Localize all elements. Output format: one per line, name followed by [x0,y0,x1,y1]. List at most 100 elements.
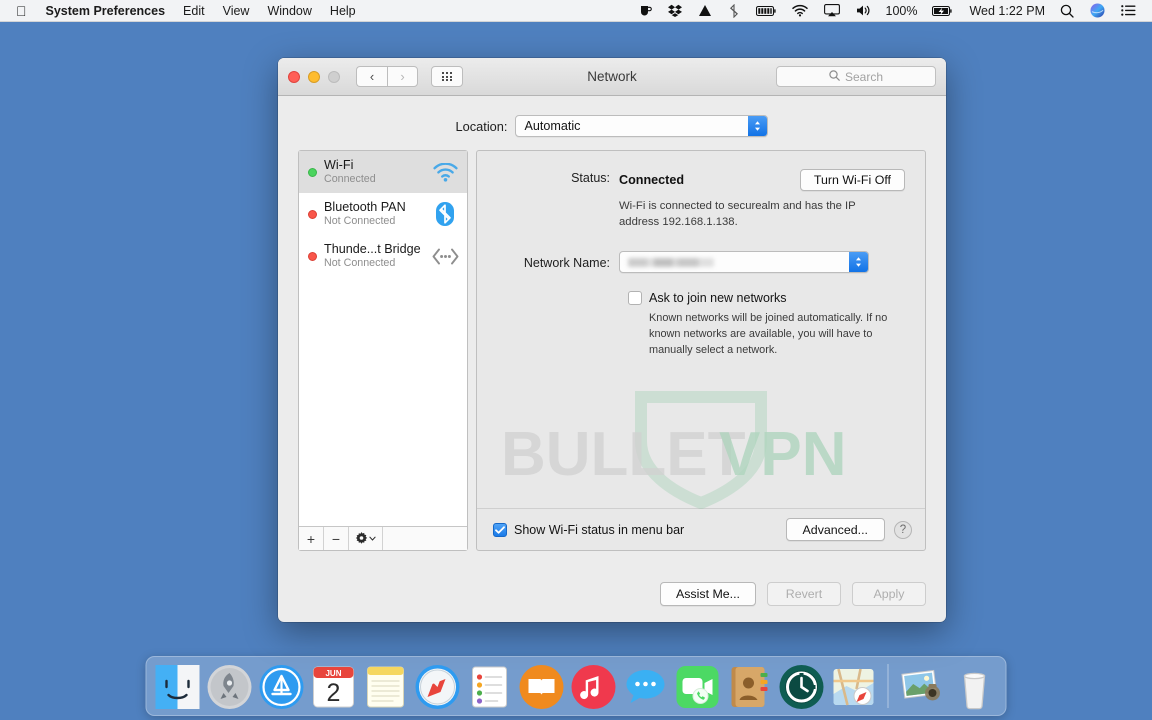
battery-charging-icon[interactable] [924,5,962,17]
time-machine-icon[interactable] [779,664,825,710]
reminders-icon[interactable] [467,664,513,710]
assist-me-button[interactable]: Assist Me... [659,582,756,606]
sidebar-item-thunderbolt-bridge[interactable]: Thunde...t Bridge Not Connected [299,235,467,277]
volume-icon[interactable] [848,4,879,17]
show-wifi-status-row[interactable]: Show Wi-Fi status in menu bar [493,522,685,537]
back-button[interactable]: ‹ [356,66,387,87]
show-wifi-status-checkbox[interactable] [493,522,507,537]
chevron-down-icon [369,536,376,541]
messages-icon[interactable] [623,664,669,710]
network-name-select[interactable] [619,251,869,274]
interface-text: Wi-Fi Connected [324,158,424,186]
contacts-icon[interactable] [727,664,773,710]
menu-item-view[interactable]: View [214,4,259,18]
bulletvpn-watermark: BULLET VPN [501,391,846,509]
wifi-icon [431,162,459,182]
network-name-row: Network Name: [497,251,905,274]
apply-button: Apply [852,582,926,606]
clock-label[interactable]: Wed 1:22 PM [962,4,1052,18]
advanced-button[interactable]: Advanced... [785,518,885,541]
apple-logo-icon[interactable]:  [16,4,27,18]
status-description: Wi-Fi is connected to securealm and has … [619,200,856,229]
bluetooth-share-icon[interactable] [720,3,748,18]
search-input[interactable]: Search [776,66,936,87]
svg-text:BULLET: BULLET [501,420,746,489]
wifi-detail-panel: BULLET VPN Status: Connected Turn Wi-Fi … [476,150,926,551]
photos-stack-icon[interactable] [900,664,946,710]
battery-percent-label[interactable]: 100% [879,4,925,18]
interface-status: Connected [324,173,376,186]
dock: JUN 2 [145,656,1007,716]
menu-item-edit[interactable]: Edit [174,4,214,18]
google-drive-icon[interactable] [690,4,720,17]
interface-name: Wi-Fi [324,158,354,173]
sidebar-toolbar: + − [299,526,467,550]
finder-icon[interactable] [155,664,201,710]
spotlight-search-icon[interactable] [1052,4,1082,18]
interface-list: Wi-Fi Connected Bluetooth PAN Not Connec… [299,151,467,526]
interface-name: Thunde...t Bridge [324,242,421,257]
system-preferences-window: ‹ › Network Search Location: Automatic W… [278,58,946,622]
menu-item-window[interactable]: Window [258,4,320,18]
forward-button: › [387,66,418,87]
window-footer: Assist Me... Revert Apply [278,566,946,622]
sidebar-item-wifi[interactable]: Wi-Fi Connected [299,151,467,193]
window-titlebar: ‹ › Network Search [278,58,946,96]
traffic-lights [288,70,340,83]
ibooks-icon[interactable] [519,664,565,710]
interface-name: Bluetooth PAN [324,200,406,215]
status-dot-red [308,251,317,261]
calendar-day: 2 [327,679,341,707]
dropbox-icon[interactable] [660,4,690,17]
help-button[interactable]: ? [894,520,912,539]
menu-item-system-preferences[interactable]: System Preferences [37,4,175,18]
bluetooth-icon [431,201,459,227]
location-select[interactable]: Automatic [515,115,769,137]
interface-status: Not Connected [324,215,396,228]
sidebar-toolbar-spacer [383,527,467,550]
search-placeholder: Search [844,69,884,84]
zoom-button-disabled [328,70,340,83]
status-value-wrap: Connected Turn Wi-Fi Off Wi-Fi is connec… [619,169,905,230]
facetime-icon[interactable] [675,664,721,710]
battery-level-icon[interactable] [748,5,784,17]
minimize-button[interactable] [308,70,320,83]
close-button[interactable] [288,70,300,83]
airplay-icon[interactable] [816,4,848,17]
calendar-month: JUN [325,669,341,678]
notification-center-icon[interactable] [1113,4,1144,17]
status-label: Status: [571,171,610,185]
trash-icon[interactable] [952,664,998,710]
ask-join-description: Known networks will be joined automatica… [649,312,888,356]
ask-join-checkbox[interactable] [628,291,642,306]
app-store-icon[interactable] [259,664,305,710]
calendar-icon[interactable]: JUN 2 [311,664,357,710]
menu-bar:  System Preferences Edit View Window He… [0,0,1152,22]
coffee-cup-icon[interactable] [631,4,660,18]
revert-button: Revert [767,582,841,606]
maps-icon[interactable] [831,664,877,710]
status-dot-red [308,209,317,219]
notes-icon[interactable] [363,664,409,710]
menu-item-help[interactable]: Help [321,4,365,18]
ask-join-row[interactable]: Ask to join new networks [628,291,905,306]
add-interface-button[interactable]: + [299,527,324,550]
itunes-icon[interactable] [571,664,617,710]
show-wifi-status-label: Show Wi-Fi status in menu bar [514,522,685,537]
turn-wifi-off-button[interactable]: Turn Wi-Fi Off [799,169,905,191]
interface-actions-button[interactable] [349,527,383,550]
sidebar-item-bluetooth-pan[interactable]: Bluetooth PAN Not Connected [299,193,467,235]
checkmark-icon [495,525,505,534]
siri-icon[interactable] [1082,3,1113,18]
show-all-grid-button[interactable] [431,66,463,87]
safari-icon[interactable] [415,664,461,710]
remove-interface-button[interactable]: − [324,527,349,550]
interface-text: Thunde...t Bridge Not Connected [324,242,424,270]
chevron-updown-icon [748,116,768,136]
launchpad-icon[interactable] [207,664,253,710]
ask-join-label: Ask to join new networks [649,291,787,306]
svg-text:VPN: VPN [719,420,846,489]
network-name-redacted-value [628,257,714,267]
wifi-icon[interactable] [784,4,816,17]
search-icon [829,69,840,84]
